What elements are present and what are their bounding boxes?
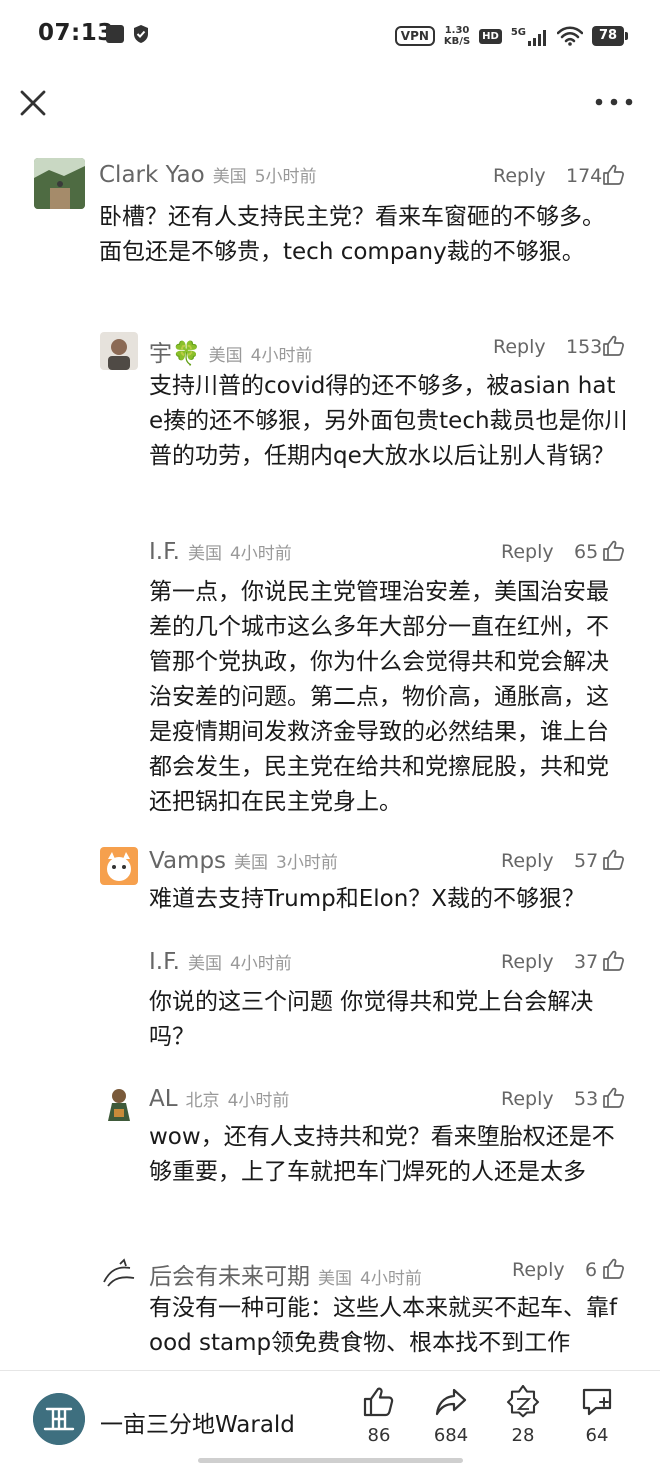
- thumbs-up-icon[interactable]: [602, 539, 626, 563]
- thumbs-up-icon[interactable]: [602, 163, 626, 187]
- author-location: 美国: [187, 544, 222, 564]
- author-name[interactable]: I.F.: [149, 539, 180, 565]
- comment-author[interactable]: I.F. 美国 4小时前: [149, 539, 292, 565]
- user-avatar[interactable]: [100, 1085, 138, 1123]
- comment-time: 4小时前: [360, 1269, 422, 1289]
- thumbs-up-icon[interactable]: [602, 1257, 626, 1281]
- user-avatar[interactable]: [100, 332, 138, 370]
- collect-total: 28: [511, 1425, 535, 1446]
- comment-text: 难道去支持Trump和Elon？X裁的不够狠？: [149, 886, 586, 912]
- share-total: 684: [433, 1425, 469, 1446]
- author-location: 美国: [212, 167, 247, 187]
- collect-action[interactable]: 28: [493, 1385, 553, 1446]
- speed-value: 1.30: [444, 25, 470, 36]
- thumbs-up-icon[interactable]: [602, 949, 626, 973]
- comment-time: 4小时前: [229, 544, 292, 564]
- shield-icon: [134, 25, 148, 43]
- comment-time: 4小时前: [250, 346, 313, 366]
- author-name[interactable]: 后会有未来可期: [149, 1264, 310, 1290]
- reply-button[interactable]: Reply: [512, 1259, 565, 1281]
- comment-text: 你说的这三个问题 你觉得共和党上台会解决吗？: [149, 989, 594, 1050]
- like-count: 153: [566, 336, 603, 358]
- message-icon: [106, 25, 124, 43]
- comment-time: 5小时前: [254, 167, 317, 187]
- comment-text: 有没有一种可能：这些人本来就买不起车、靠food stamp领免费食物、根本找不…: [149, 1295, 618, 1356]
- reply-button[interactable]: Reply: [501, 850, 554, 872]
- like-count: 6: [585, 1259, 598, 1281]
- comment-time: 4小时前: [227, 1091, 290, 1111]
- share-icon[interactable]: [434, 1385, 468, 1419]
- author-location: 美国: [187, 954, 222, 974]
- thumbs-up-icon[interactable]: [602, 1086, 626, 1110]
- like-count: 65: [574, 541, 599, 563]
- share-action[interactable]: 684: [421, 1385, 481, 1446]
- bottom-action-bar: 一亩三分地Warald 86 684 28 64: [0, 1370, 660, 1467]
- more-options-icon[interactable]: [594, 94, 634, 110]
- battery-indicator: 78: [592, 26, 628, 46]
- like-total: 86: [367, 1425, 391, 1446]
- comment-author[interactable]: AL 北京 4小时前: [149, 1086, 289, 1112]
- like-action[interactable]: 86: [349, 1385, 409, 1446]
- comment-time: 4小时前: [229, 954, 292, 974]
- comment-text: 支持川普的covid得的还不够多，被asian hate揍的还不够狠，另外面包贵…: [149, 373, 628, 469]
- home-indicator[interactable]: [198, 1458, 463, 1463]
- comment-text: 第一点，你说民主党管理治安差，美国治安最差的几个城市这么多年大部分一直在红州，不…: [149, 579, 609, 815]
- author-name[interactable]: Vamps: [149, 848, 226, 874]
- hd-badge: HD: [479, 28, 502, 44]
- comment-time: 3小时前: [276, 853, 338, 873]
- status-indicators: VPN 1.30 KB/S HD 5G 78: [394, 22, 628, 50]
- author-name[interactable]: 宇🍀: [149, 341, 201, 367]
- comment-author[interactable]: I.F. 美国 4小时前: [149, 949, 292, 975]
- like-count: 174: [566, 165, 603, 187]
- wifi-icon: [557, 26, 583, 46]
- comment-author[interactable]: 宇🍀 美国 4小时前: [149, 334, 312, 368]
- comment-total: 64: [585, 1425, 609, 1446]
- author-name[interactable]: I.F.: [149, 949, 180, 975]
- author-name[interactable]: Clark Yao: [99, 162, 205, 188]
- thumbs-up-icon[interactable]: [362, 1385, 396, 1419]
- comment-author[interactable]: Clark Yao 美国 5小时前: [99, 162, 317, 188]
- author-name[interactable]: AL: [149, 1086, 178, 1112]
- signal-bars-icon: [528, 29, 546, 46]
- add-comment-icon[interactable]: [580, 1385, 614, 1419]
- reply-button[interactable]: Reply: [501, 1088, 554, 1110]
- signal-5g: 5G: [511, 27, 548, 46]
- comment-list[interactable]: Clark Yao 美国 5小时前 Reply 174 卧槽？还有人支持民主党？看来…: [0, 146, 660, 1368]
- speed-unit: KB/S: [443, 36, 471, 47]
- author-location: 美国: [318, 1269, 352, 1289]
- like-count: 53: [574, 1088, 599, 1110]
- collect-icon[interactable]: [506, 1385, 540, 1419]
- comment-author[interactable]: 后会有未来可期 美国 4小时前: [149, 1257, 422, 1291]
- comment-action[interactable]: 64: [567, 1385, 627, 1446]
- reply-button[interactable]: Reply: [501, 541, 554, 563]
- brand-name[interactable]: 一亩三分地Warald: [100, 1405, 295, 1439]
- thumbs-up-icon[interactable]: [602, 334, 626, 358]
- user-avatar[interactable]: [100, 847, 138, 885]
- comment-text: 卧槽？还有人支持民主党？看来车窗砸的不够多。面包还是不够贵，tech compa…: [99, 204, 605, 265]
- network-type: 5G: [510, 26, 526, 38]
- comment-text: wow，还有人支持共和党？看来堕胎权还是不够重要，上了车就把车门焊死的人还是太多: [149, 1124, 615, 1185]
- author-location: 北京: [185, 1091, 220, 1111]
- close-icon[interactable]: [16, 86, 50, 120]
- vpn-badge: VPN: [394, 26, 435, 46]
- thumbs-up-icon[interactable]: [602, 848, 626, 872]
- status-bar: 07:13 VPN 1.30 KB/S HD 5G 78: [0, 0, 660, 70]
- reply-button[interactable]: Reply: [493, 165, 546, 187]
- network-speed: 1.30 KB/S: [444, 25, 470, 47]
- top-nav: [0, 72, 660, 140]
- like-count: 37: [574, 951, 599, 973]
- user-avatar[interactable]: [34, 158, 85, 209]
- status-time: 07:13: [38, 20, 114, 46]
- author-location: 美国: [234, 853, 269, 873]
- user-avatar[interactable]: [100, 1256, 138, 1294]
- brand-avatar[interactable]: [33, 1393, 85, 1445]
- reply-button[interactable]: Reply: [493, 336, 546, 358]
- reply-button[interactable]: Reply: [501, 951, 554, 973]
- like-count: 57: [574, 850, 599, 872]
- comment-author[interactable]: Vamps 美国 3小时前: [149, 848, 338, 874]
- author-location: 美国: [208, 346, 243, 366]
